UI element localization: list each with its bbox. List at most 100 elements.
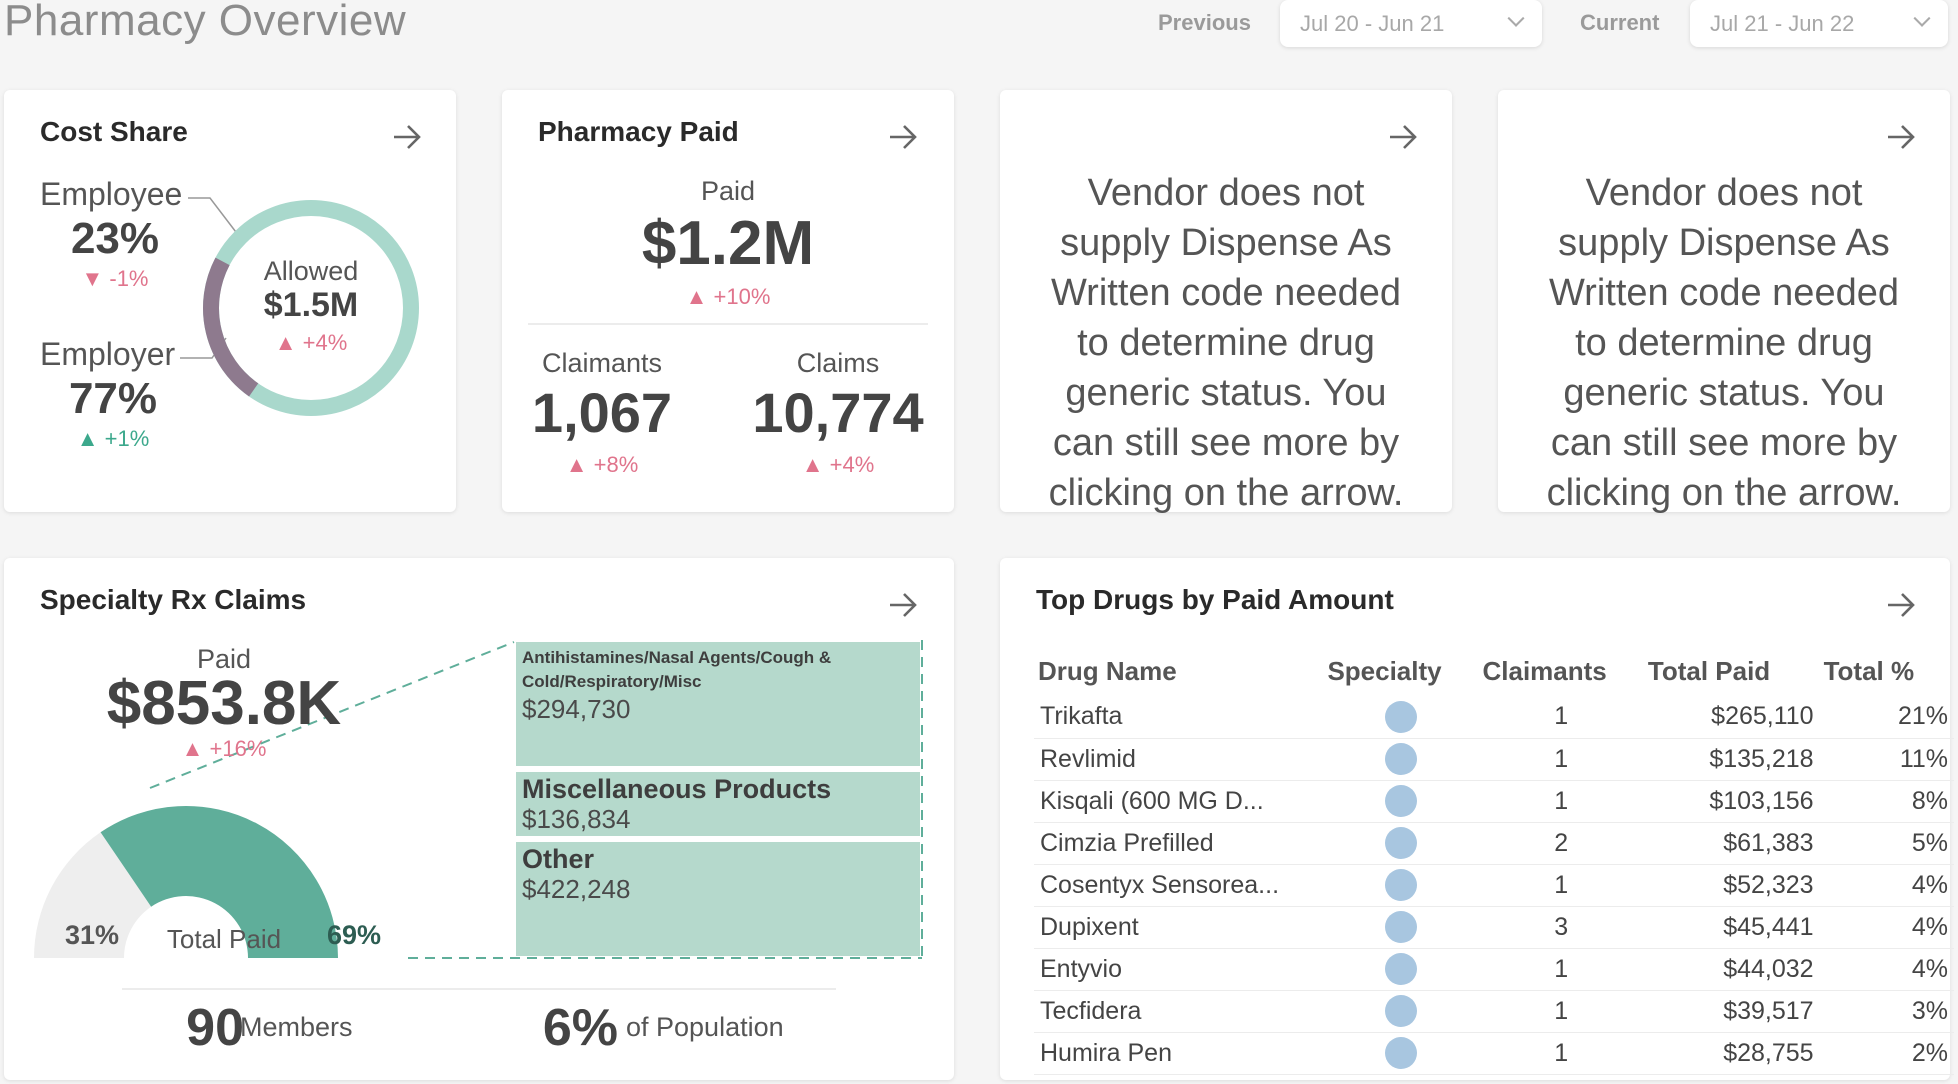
arrow-right-icon[interactable] — [1886, 592, 1916, 618]
claimants-delta: ▲ +8% — [565, 452, 639, 477]
total-paid-cell: $61,383 — [1643, 822, 1820, 865]
table-row[interactable]: Entyvio 1 $44,032 4% — [1034, 948, 1954, 991]
total-pct-cell: 5% — [1819, 822, 1954, 865]
total-pct-cell: 4% — [1819, 948, 1954, 991]
claimants-cell: 1 — [1478, 696, 1644, 739]
arrow-right-icon[interactable] — [1886, 124, 1916, 150]
total-pct-cell: 2% — [1819, 1032, 1954, 1075]
total-paid-cell: $103,156 — [1643, 780, 1820, 823]
generic-status-card-2: Vendor does not supply Dispense As Writt… — [1498, 90, 1950, 514]
treemap-tile[interactable]: Antihistamines/Nasal Agents/Cough & Cold… — [516, 642, 920, 766]
treemap-tile[interactable]: Other $422,248 — [516, 842, 920, 956]
allowed-label: Allowed — [263, 256, 359, 286]
total-pct-cell: 4% — [1819, 864, 1954, 907]
claimants-cell: 3 — [1478, 906, 1644, 949]
claimants-cell: 1 — [1478, 990, 1644, 1033]
paid-label: Paid — [700, 176, 756, 206]
specialty-paid-value: $853.8K — [106, 669, 342, 738]
employee-arc — [203, 257, 259, 397]
specialty-indicator — [1323, 948, 1479, 991]
total-paid-cell: $135,218 — [1643, 738, 1820, 781]
current-period-select[interactable]: Jul 21 - Jun 22 — [1690, 0, 1948, 47]
cost-share-donut — [180, 197, 419, 416]
specialty-dot-icon — [1384, 743, 1417, 775]
claimants-cell: 1 — [1478, 1032, 1644, 1075]
specialty-indicator — [1323, 1032, 1479, 1075]
top-drugs-table: Drug Name Specialty Claimants Total Paid… — [1034, 646, 1954, 1075]
specialty-dot-icon — [1384, 869, 1417, 901]
claimants-value: 1,067 — [531, 381, 673, 444]
total-paid-cell: $52,323 — [1643, 864, 1820, 907]
drug-name: Cimzia Prefilled — [1034, 822, 1324, 865]
table-row[interactable]: Cosentyx Sensorea... 1 $52,323 4% — [1034, 864, 1954, 907]
total-pct-cell: 11% — [1819, 738, 1954, 781]
claimants-cell: 2 — [1478, 822, 1644, 865]
specialty-indicator — [1323, 738, 1479, 781]
total-pct-cell: 8% — [1819, 780, 1954, 823]
card-title: Top Drugs by Paid Amount — [1036, 584, 1394, 615]
column-header-drug-name[interactable]: Drug Name — [1034, 646, 1323, 696]
claimants-cell: 1 — [1478, 738, 1644, 781]
vendor-note: Vendor does not supply Dispense As Writt… — [1546, 172, 1902, 514]
category-name: Other — [522, 844, 595, 874]
total-paid-cell: $45,441 — [1643, 906, 1820, 949]
previous-period-value: Jul 20 - Jun 21 — [1300, 10, 1445, 36]
table-row[interactable]: Cimzia Prefilled 2 $61,383 5% — [1034, 822, 1954, 865]
table-row[interactable]: Kisqali (600 MG D... 1 $103,156 8% — [1034, 780, 1954, 823]
drug-name: Cosentyx Sensorea... — [1034, 864, 1324, 907]
paid-delta: ▲ +10% — [685, 284, 771, 309]
gauge-label: Total Paid — [166, 924, 282, 954]
population-value: 6% — [542, 999, 618, 1057]
current-label: Current — [1580, 10, 1660, 35]
column-header-claimants[interactable]: Claimants — [1478, 646, 1643, 696]
category-name: Antihistamines/Nasal Agents/Cough & Cold… — [522, 648, 832, 691]
treemap-tile[interactable]: Miscellaneous Products $136,834 — [516, 772, 920, 836]
drug-name: Entyvio — [1034, 948, 1324, 991]
claims-value: 10,774 — [752, 381, 924, 444]
specialty-dot-icon — [1384, 700, 1417, 733]
chevron-down-icon — [1507, 9, 1525, 27]
total-paid-cell: $265,110 — [1643, 696, 1820, 739]
generic-status-card-1: Vendor does not supply Dispense As Writt… — [1000, 90, 1452, 514]
previous-label: Previous — [1158, 10, 1251, 35]
members-value: 90 — [186, 999, 244, 1057]
table-row[interactable]: Tecfidera 1 $39,517 3% — [1034, 990, 1954, 1033]
drug-name: Tecfidera — [1034, 990, 1324, 1033]
claimants-cell: 1 — [1478, 864, 1644, 907]
card-title: Pharmacy Paid — [538, 116, 739, 147]
column-header-total-paid[interactable]: Total Paid — [1644, 646, 1820, 696]
table-row[interactable]: Revlimid 1 $135,218 11% — [1034, 738, 1954, 781]
arrow-right-icon[interactable] — [888, 124, 918, 150]
vendor-note: Vendor does not supply Dispense As Writt… — [1048, 172, 1404, 514]
total-paid-cell: $39,517 — [1643, 990, 1820, 1033]
divider — [122, 988, 836, 990]
claimants-label: Claimants — [541, 348, 663, 378]
current-period-value: Jul 21 - Jun 22 — [1710, 10, 1855, 36]
column-header-specialty[interactable]: Specialty — [1323, 646, 1478, 696]
specialty-rx-card: Specialty Rx Claims Paid $853.8K ▲ +16% … — [4, 558, 954, 1080]
drug-name: Dupixent — [1034, 906, 1324, 949]
members-label: Members — [240, 1012, 353, 1042]
specialty-dot-icon — [1384, 827, 1417, 859]
column-header-total-pct[interactable]: Total % — [1820, 646, 1954, 696]
specialty-indicator — [1323, 990, 1479, 1033]
total-paid-cell: $44,032 — [1643, 948, 1820, 991]
table-row[interactable]: Trikafta 1 $265,110 21% — [1034, 696, 1954, 739]
specialty-indicator — [1323, 696, 1479, 739]
specialty-dot-icon — [1384, 911, 1417, 943]
claims-label: Claims — [796, 348, 880, 378]
category-name: Miscellaneous Products — [522, 774, 832, 804]
allowed-value: $1.5M — [263, 286, 359, 324]
total-pct-cell: 3% — [1819, 990, 1954, 1033]
claims-delta: ▲ +4% — [801, 452, 875, 477]
specialty-indicator — [1323, 864, 1479, 907]
previous-period-select[interactable]: Jul 20 - Jun 21 — [1280, 0, 1542, 47]
arrow-right-icon[interactable] — [1388, 124, 1418, 150]
specialty-indicator — [1323, 822, 1479, 865]
table-row[interactable]: Humira Pen 1 $28,755 2% — [1034, 1032, 1954, 1075]
drug-name: Trikafta — [1034, 696, 1324, 739]
category-value: $136,834 — [522, 804, 631, 834]
specialty-indicator — [1323, 906, 1479, 949]
table-header-row: Drug Name Specialty Claimants Total Paid… — [1034, 646, 1954, 696]
table-row[interactable]: Dupixent 3 $45,441 4% — [1034, 906, 1954, 949]
